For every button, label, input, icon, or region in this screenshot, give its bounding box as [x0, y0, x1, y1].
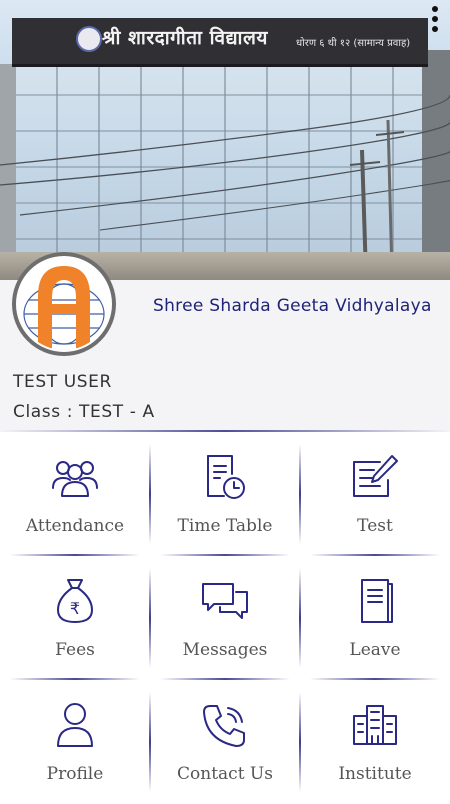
phone-icon [203, 705, 245, 747]
menu-time-table[interactable]: Time Table [150, 432, 300, 556]
menu-label: Leave [349, 640, 401, 660]
svg-text:₹: ₹ [70, 599, 80, 618]
power-lines [0, 94, 450, 276]
menu-leave[interactable]: Leave [300, 556, 450, 680]
chat-bubbles-icon [202, 583, 248, 619]
menu-profile[interactable]: Profile [0, 680, 150, 804]
school-name: Shree Sharda Geeta Vidhyalaya [153, 296, 432, 316]
menu-label: Institute [338, 764, 412, 784]
building-icon [353, 705, 397, 745]
overflow-menu-icon[interactable] [430, 6, 440, 40]
menu-label: Time Table [177, 516, 273, 536]
menu-institute[interactable]: Institute [300, 680, 450, 804]
person-icon [57, 703, 93, 747]
school-logo [12, 252, 116, 356]
user-name: TEST USER [13, 372, 112, 392]
document-icon [361, 579, 393, 623]
menu-attendance[interactable]: Attendance [0, 432, 150, 556]
menu-label: Messages [182, 640, 268, 660]
menu-label: Fees [55, 640, 95, 660]
menu-contact-us[interactable]: Contact Us [150, 680, 300, 804]
menu-label: Contact Us [177, 764, 273, 784]
edit-note-icon [353, 455, 398, 497]
menu-messages[interactable]: Messages [150, 556, 300, 680]
menu-fees[interactable]: ₹ Fees [0, 556, 150, 680]
people-group-icon [52, 461, 98, 497]
menu-label: Profile [46, 764, 104, 784]
menu-label: Attendance [25, 516, 125, 536]
menu-test[interactable]: Test [300, 432, 450, 556]
money-bag-icon: ₹ [57, 579, 93, 623]
school-building-photo: श्री शारदागीता विद्यालय धोरण ६ थी १२ (सा… [0, 0, 450, 280]
timetable-clock-icon [207, 455, 245, 499]
user-class: Class : TEST - A [13, 402, 155, 422]
menu-grid: Attendance Time Table Test ₹ Fees Messag… [0, 432, 450, 800]
menu-label: Test [357, 516, 393, 536]
